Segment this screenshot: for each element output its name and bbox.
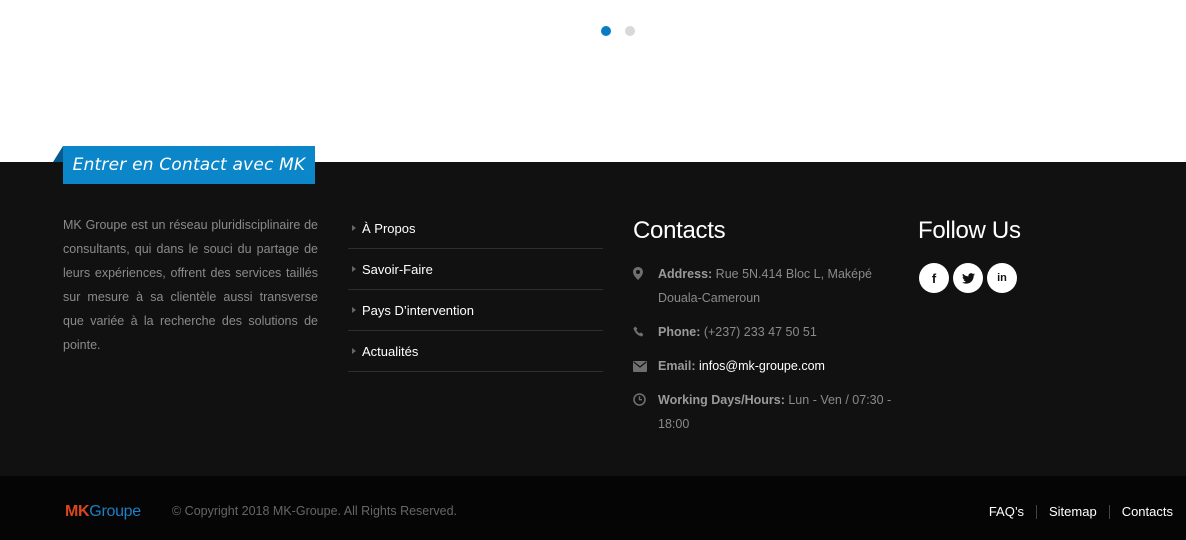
footer-link-label: Pays D’intervention (362, 302, 474, 318)
content-area (0, 0, 1186, 162)
contacts-heading: Contacts (633, 217, 726, 244)
footer-link-label: Savoir-Faire (362, 261, 433, 277)
ribbon-fold (53, 146, 63, 162)
linkedin-icon[interactable]: in (987, 263, 1017, 293)
contact-email: Email: infos@mk-groupe.com (633, 354, 893, 378)
clock-icon (633, 388, 658, 411)
footer-link-label: Actualités (362, 343, 419, 359)
contact-hours: Working Days/Hours: Lun - Ven / 07:30 - … (633, 388, 893, 436)
divider (1035, 504, 1037, 519)
footer-links: À Propos Savoir-Faire Pays D’interventio… (348, 208, 603, 372)
contact-ribbon-title: Entrer en Contact avec MK (63, 146, 315, 184)
bottom-nav: FAQ’s Sitemap Contacts (989, 504, 1173, 519)
footer-link-actualites[interactable]: Actualités (348, 331, 603, 372)
phone-label: Phone: (658, 325, 701, 339)
bottom-link-sitemap[interactable]: Sitemap (1049, 504, 1097, 519)
caret-right-icon (352, 266, 356, 272)
mk-groupe-logo[interactable]: MKGroupe (65, 503, 141, 521)
footer-link-pays-intervention[interactable]: Pays D’intervention (348, 290, 603, 331)
logo-mk: MK (65, 503, 90, 520)
footer-link-savoir-faire[interactable]: Savoir-Faire (348, 249, 603, 290)
logo-groupe: Groupe (89, 503, 141, 520)
carousel-dot-1[interactable] (601, 26, 611, 36)
contacts-list: Address: Rue 5N.414 Bloc L, Maképé Doual… (633, 262, 893, 446)
address-label: Address: (658, 267, 713, 281)
envelope-icon (633, 354, 658, 377)
caret-right-icon (352, 307, 356, 313)
caret-right-icon (352, 225, 356, 231)
facebook-icon[interactable]: f (919, 263, 949, 293)
contact-phone: Phone: (+237) 233 47 50 51 (633, 320, 893, 344)
footer-link-label: À Propos (362, 220, 416, 236)
email-link[interactable]: infos@mk-groupe.com (699, 359, 825, 373)
caret-right-icon (352, 348, 356, 354)
about-text: MK Groupe est un réseau pluridisciplinai… (63, 218, 318, 352)
follow-us-heading: Follow Us (918, 217, 1021, 244)
twitter-icon[interactable] (953, 263, 983, 293)
divider (1108, 504, 1110, 519)
phone-icon (633, 320, 658, 343)
social-links: f in (919, 263, 1017, 293)
phone-value: (+237) 233 47 50 51 (703, 325, 817, 339)
carousel-dot-2[interactable] (625, 26, 635, 36)
contact-address: Address: Rue 5N.414 Bloc L, Maképé Doual… (633, 262, 893, 310)
map-marker-icon (633, 262, 658, 285)
hours-label: Working Days/Hours: (658, 393, 785, 407)
carousel-pagination (601, 26, 635, 36)
bottom-link-faqs[interactable]: FAQ’s (989, 504, 1024, 519)
copyright-text: © Copyright 2018 MK-Groupe. All Rights R… (172, 504, 458, 518)
email-label: Email: (658, 359, 696, 373)
bottom-link-contacts[interactable]: Contacts (1122, 504, 1173, 519)
footer-link-a-propos[interactable]: À Propos (348, 208, 603, 249)
